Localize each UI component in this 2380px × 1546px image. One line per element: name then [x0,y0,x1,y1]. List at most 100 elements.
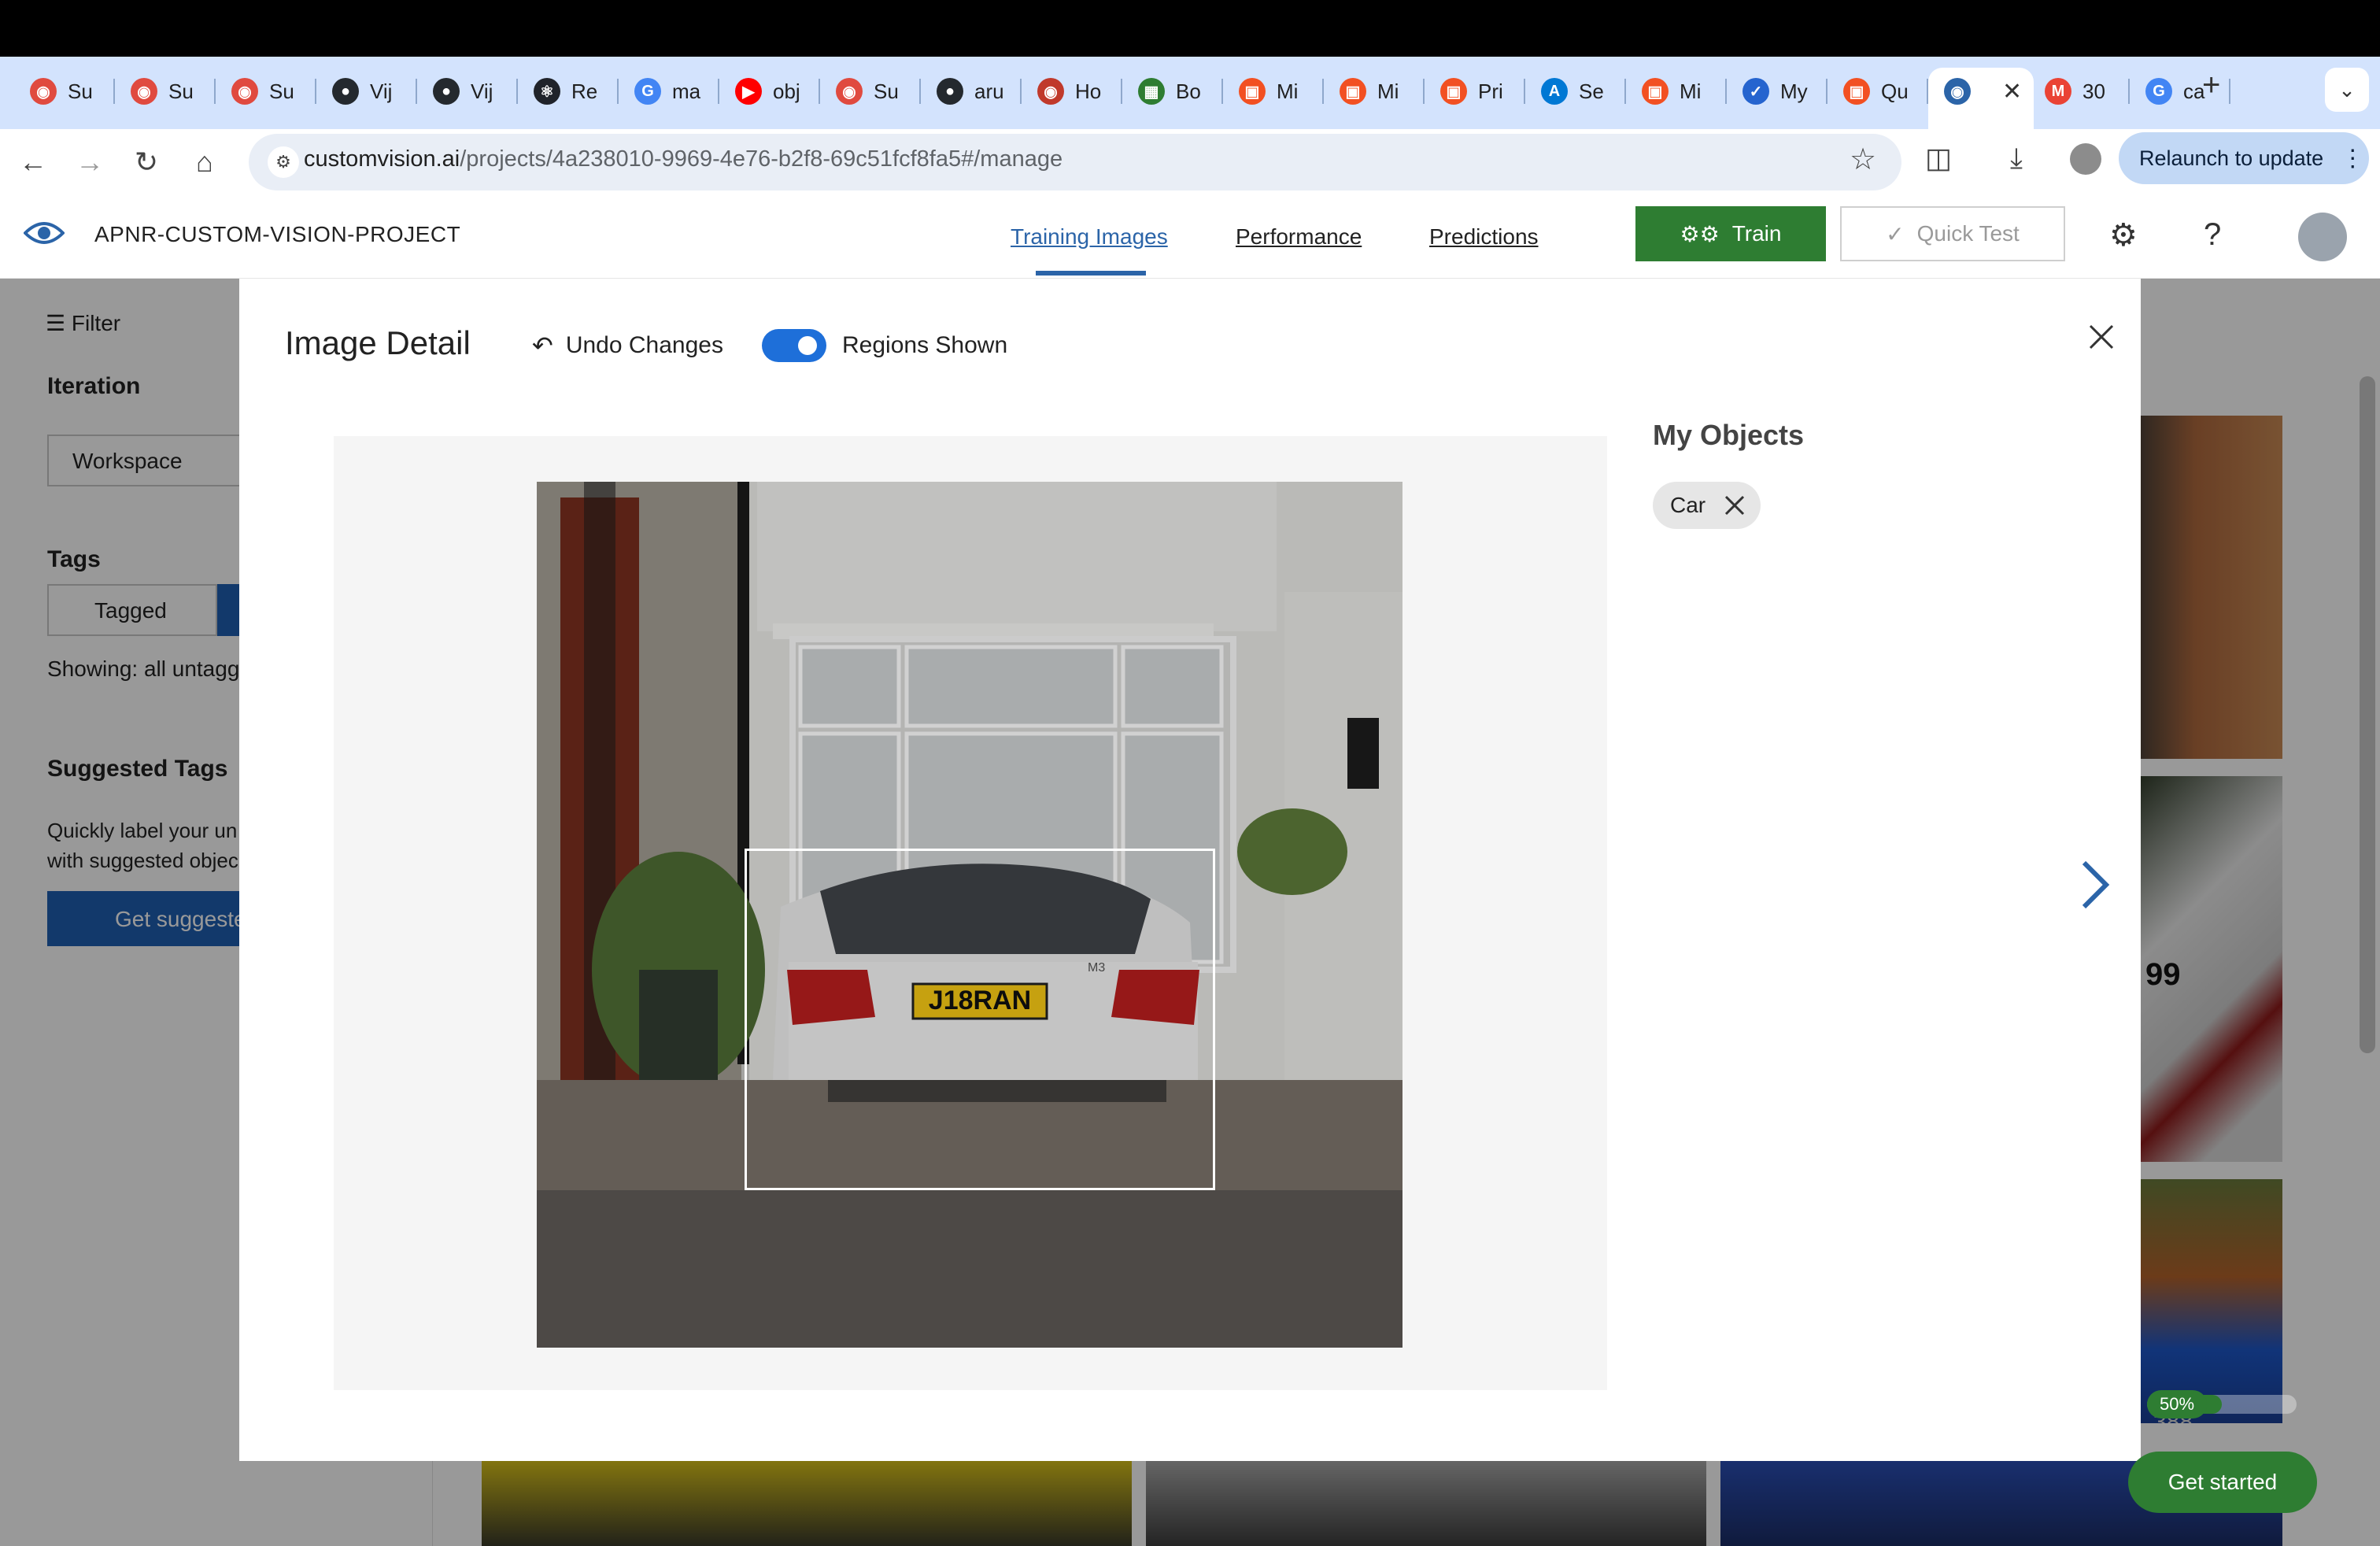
github-icon: ● [433,78,460,105]
close-icon[interactable] [2078,313,2125,361]
browser-tab-label: Mi [1680,79,1702,103]
tab-performance[interactable]: Performance [1236,224,1362,250]
train-button[interactable]: ⚙⚙ Train [1635,206,1826,261]
object-tag-label: Car [1670,493,1706,517]
relaunch-button[interactable]: Relaunch to update ⋮ [2119,132,2369,184]
microsoft-icon: ▣ [1340,78,1366,105]
browser-tab-label: Bo [1176,79,1201,103]
object-tag-chip[interactable]: Car [1653,482,1761,529]
quick-test-button[interactable]: ✓ Quick Test [1840,206,2065,261]
download-icon[interactable]: ⤓ [2010,142,2023,176]
browser-tab[interactable]: M 30 [2029,68,2130,115]
browser-tab[interactable]: ◉ ✕ [1928,68,2034,129]
browser-tab[interactable]: ◉ Su [115,68,216,115]
google-icon: G [634,78,661,105]
browser-tab-label: Su [168,79,194,103]
browser-tab-label: 30 [2082,79,2105,103]
home-icon[interactable]: ⌂ [183,140,227,184]
close-tab-icon[interactable]: ✕ [2002,78,2022,105]
bookmark-star-icon[interactable]: ☆ [1850,142,1876,177]
browser-tab-label: Qu [1881,79,1909,103]
tab-strip: ◉ Su ◉ Su ◉ Su ● Vij ● Vij ⚛ Re Gma ▶ obj ◉ Su ● aru ◉ Ho ▦ Bo… [0,57,2380,129]
regions-shown-toggle[interactable] [762,329,826,362]
azure-icon: A [1541,78,1568,105]
site-settings-icon[interactable]: ⚙ [268,146,299,178]
browser-tab-label: Mi [1277,79,1299,103]
tab-training-images[interactable]: Training Images [1011,224,1168,250]
google-icon: G [2145,78,2172,105]
browser-tab-label: My [1780,79,1808,103]
project-name: APNR-CUSTOM-VISION-PROJECT [94,222,461,246]
browser-tab[interactable]: ▣ Mi [1324,68,1425,115]
browser-tab-label: Vij [471,79,493,103]
eye-logo-icon[interactable] [24,217,65,249]
microsoft-icon: ▣ [1843,78,1870,105]
browser-tab-label: Su [874,79,899,103]
browser-tab-label: aru [974,79,1004,103]
regions-shown-label: Regions Shown [842,332,1008,358]
browser-tab[interactable]: ◉ Ho [1022,68,1122,115]
browser-tab[interactable]: A Se [1525,68,1626,115]
undo-icon: ↶ [532,331,553,360]
browser-tab[interactable]: ● Vij [316,68,417,115]
browser-tab[interactable]: ● aru [921,68,1022,115]
browser-tab-label: Su [68,79,93,103]
copilot-icon: ◉ [836,78,863,105]
browser-tab[interactable]: Gma [619,68,719,115]
youtube-icon: ▶ [735,78,762,105]
browser-tab[interactable]: ▣ Mi [1626,68,1727,115]
profile-avatar[interactable] [2070,143,2101,175]
browser-tab[interactable]: ▶ obj [719,68,820,115]
tab-predictions[interactable]: Predictions [1429,224,1539,250]
help-icon[interactable]: ? [2204,217,2221,253]
browser-tab-label: Vij [370,79,393,103]
forward-icon[interactable]: → [68,140,112,184]
browser-tab-label: obj [773,79,800,103]
microsoft-icon: ▣ [1440,78,1467,105]
image-detail-modal: Image Detail ↶ Undo Changes Regions Shown [239,279,2141,1461]
onboarding-progress-badge: 50% [2147,1390,2207,1418]
browser-tab[interactable]: ▦ Bo [1122,68,1223,115]
microsoft-icon: ▣ [1239,78,1266,105]
check-icon: ✓ [1886,221,1905,246]
browser-tab[interactable]: ▣ Pri [1425,68,1525,115]
browser-tab-label: Mi [1377,79,1399,103]
browser-tab[interactable]: ✓ My [1727,68,1828,115]
globe-icon: ◉ [1037,78,1064,105]
system-menu-bar [0,0,2380,57]
gmail-icon: M [2045,78,2071,105]
user-avatar[interactable] [2298,213,2347,261]
browser-tab[interactable]: ● Vij [417,68,518,115]
browser-tab-label: Se [1579,79,1604,103]
browser-tab-label: Re [571,79,598,103]
undo-changes-button[interactable]: ↶ Undo Changes [532,331,723,361]
browser-tab[interactable]: ◉ Su [14,68,115,115]
get-started-button[interactable]: Get started [2128,1452,2317,1513]
browser-tab[interactable]: ◉ Su [216,68,316,115]
todo-icon: ✓ [1743,78,1769,105]
browser-tab[interactable]: ▣ Mi [1223,68,1324,115]
reload-icon[interactable]: ↻ [124,140,168,184]
tab-divider [2229,79,2230,104]
custom-vision-icon: ◉ [1944,78,1971,105]
chevron-right-icon[interactable] [2070,853,2117,916]
modal-title: Image Detail [285,324,471,361]
menu-dots-icon: ⋮ [2341,145,2365,172]
browser-tab[interactable]: ⚛ Re [518,68,619,115]
extensions-icon[interactable]: ◫ [1925,142,1952,175]
browser-tab-label: Ho [1075,79,1102,103]
copilot-icon: ◉ [131,78,157,105]
back-icon[interactable]: ← [11,140,55,184]
browser-tab-label: Su [269,79,294,103]
browser-tab[interactable]: ▣ Qu [1828,68,1928,115]
remove-tag-icon[interactable] [1723,494,1746,517]
object-region-box[interactable] [745,849,1215,1190]
browser-tab[interactable]: ◉ Su [820,68,921,115]
new-tab-button[interactable]: + [2202,68,2220,103]
github-icon: ● [937,78,963,105]
tab-search-button[interactable]: ⌄ [2325,68,2369,112]
copilot-icon: ◉ [30,78,57,105]
url-text[interactable]: customvision.ai/projects/4a238010-9969-4… [304,146,1062,172]
active-tab-indicator [1036,271,1146,276]
settings-gear-icon[interactable]: ⚙ [2109,217,2138,253]
